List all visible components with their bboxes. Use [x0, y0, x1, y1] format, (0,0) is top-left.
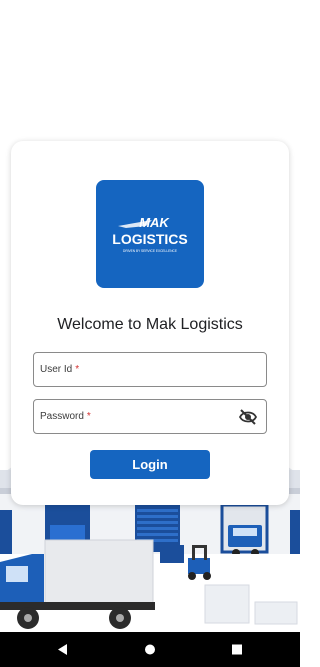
home-circle-icon[interactable]: [130, 632, 170, 667]
eye-off-icon[interactable]: [238, 408, 258, 426]
user-id-field[interactable]: User Id *: [33, 352, 267, 387]
logo-name-line1: MAK: [139, 215, 170, 230]
password-label: Password *: [40, 411, 91, 422]
mak-logistics-logo: MAK LOGISTICS DRIVEN BY SERVICE EXCELLEN…: [96, 180, 204, 288]
required-marker: *: [75, 364, 80, 375]
required-marker: *: [86, 411, 91, 422]
back-triangle-icon[interactable]: [43, 632, 83, 667]
login-card: MAK LOGISTICS DRIVEN BY SERVICE EXCELLEN…: [11, 141, 289, 505]
welcome-heading: Welcome to Mak Logistics: [57, 316, 243, 333]
recents-square-icon[interactable]: [217, 632, 257, 667]
user-id-label: User Id *: [40, 364, 80, 375]
system-navigation-bar: [0, 632, 300, 667]
password-field[interactable]: Password *: [33, 399, 267, 434]
logo-name-line2: LOGISTICS: [112, 231, 187, 247]
logo-tagline: DRIVEN BY SERVICE EXCELLENCE: [123, 249, 177, 253]
login-button[interactable]: Login: [90, 450, 210, 479]
